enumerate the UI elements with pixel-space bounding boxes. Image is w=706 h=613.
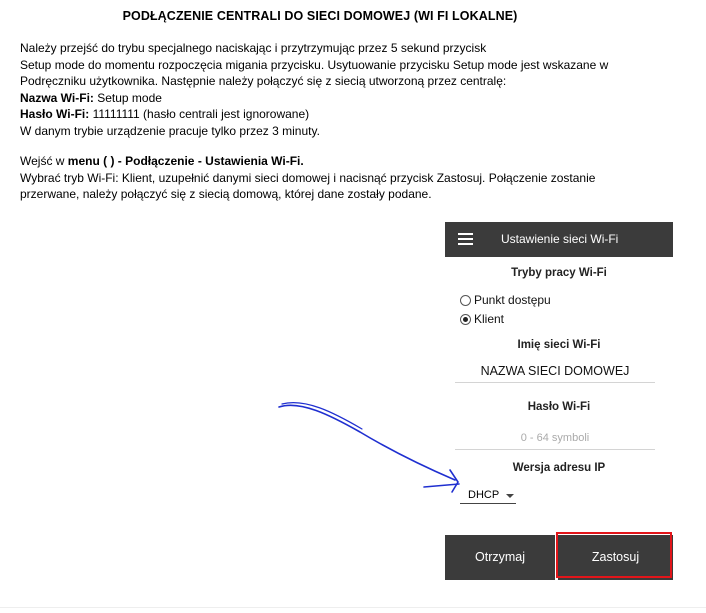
annotation-arrow-icon	[278, 402, 460, 493]
page-bottom-divider	[0, 607, 706, 608]
